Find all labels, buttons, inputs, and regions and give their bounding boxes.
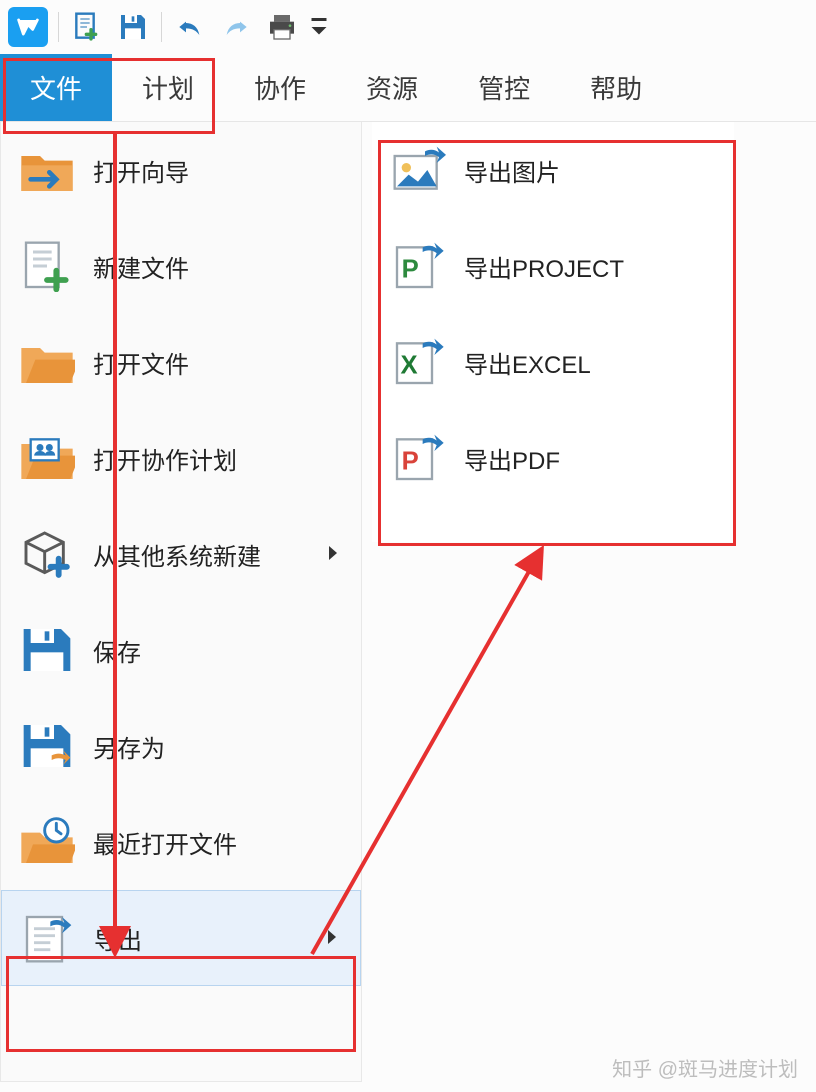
submenu-label: 导出图片 [464, 153, 560, 188]
toolbar-separator [161, 12, 162, 42]
menu-label: 最近打开文件 [93, 825, 237, 860]
save-as-icon [19, 720, 75, 772]
submenu-label: 导出EXCEL [464, 345, 591, 380]
file-menu: 打开向导 新建文件 打开文件 打开协作计划 从其他系统新建 保存 [0, 122, 362, 1082]
tab-plan[interactable]: 计划 [112, 54, 224, 121]
svg-text:P: P [402, 256, 419, 284]
quick-access-toolbar [0, 0, 816, 54]
redo-icon[interactable] [218, 9, 254, 45]
ribbon-tabs: 文件 计划 协作 资源 管控 帮助 [0, 54, 816, 122]
submenu-arrow-icon [326, 924, 338, 952]
export-project-icon: P [390, 240, 446, 292]
open-wizard-icon [19, 144, 75, 196]
menu-label: 打开向导 [93, 153, 189, 188]
submenu-label: 导出PROJECT [464, 249, 624, 284]
save-icon[interactable] [115, 9, 151, 45]
menu-label: 导出 [94, 921, 142, 956]
menu-new-from-other[interactable]: 从其他系统新建 [1, 506, 361, 602]
cube-add-icon [19, 528, 75, 580]
tab-control[interactable]: 管控 [448, 54, 560, 121]
app-logo-icon [8, 7, 48, 47]
submenu-export-excel[interactable]: X 导出EXCEL [372, 314, 734, 410]
customize-dropdown-icon[interactable] [310, 9, 328, 45]
menu-label: 打开协作计划 [93, 441, 237, 476]
menu-label: 新建文件 [93, 249, 189, 284]
tab-resource[interactable]: 资源 [336, 54, 448, 121]
watermark: 知乎 @斑马进度计划 [612, 1053, 798, 1082]
open-file-icon [19, 336, 75, 388]
menu-open-file[interactable]: 打开文件 [1, 314, 361, 410]
menu-save[interactable]: 保存 [1, 602, 361, 698]
export-pdf-icon: P [390, 432, 446, 484]
undo-icon[interactable] [172, 9, 208, 45]
submenu-export-pdf[interactable]: P 导出PDF [372, 410, 734, 506]
export-excel-icon: X [390, 336, 446, 388]
open-collab-icon [19, 432, 75, 484]
menu-open-collab-plan[interactable]: 打开协作计划 [1, 410, 361, 506]
export-submenu: 导出图片 P 导出PROJECT X 导出EXCEL P 导出PDF [372, 122, 734, 542]
tab-collab[interactable]: 协作 [224, 54, 336, 121]
submenu-export-image[interactable]: 导出图片 [372, 122, 734, 218]
tab-file[interactable]: 文件 [0, 54, 112, 121]
print-icon[interactable] [264, 9, 300, 45]
submenu-export-project[interactable]: P 导出PROJECT [372, 218, 734, 314]
svg-text:P: P [402, 448, 419, 476]
menu-label: 打开文件 [93, 345, 189, 380]
toolbar-separator [58, 12, 59, 42]
menu-label: 从其他系统新建 [93, 537, 261, 572]
export-icon [20, 912, 76, 964]
new-document-icon[interactable] [69, 9, 105, 45]
new-file-icon [19, 240, 75, 292]
menu-save-as[interactable]: 另存为 [1, 698, 361, 794]
recent-icon [19, 816, 75, 868]
menu-recent[interactable]: 最近打开文件 [1, 794, 361, 890]
tab-help[interactable]: 帮助 [560, 54, 672, 121]
export-image-icon [390, 144, 446, 196]
save-icon [19, 624, 75, 676]
menu-export[interactable]: 导出 [1, 890, 361, 986]
submenu-arrow-icon [327, 540, 339, 568]
menu-new-file[interactable]: 新建文件 [1, 218, 361, 314]
menu-label: 另存为 [93, 729, 165, 764]
menu-label: 保存 [93, 633, 141, 668]
menu-open-wizard[interactable]: 打开向导 [1, 122, 361, 218]
submenu-label: 导出PDF [464, 441, 560, 476]
svg-text:X: X [401, 352, 418, 380]
